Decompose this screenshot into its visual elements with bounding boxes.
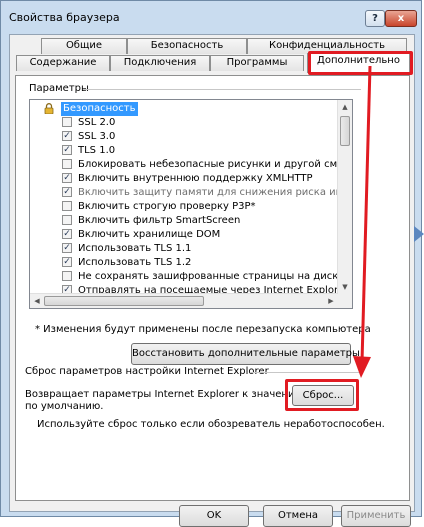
apply-button[interactable]: Применить	[341, 505, 411, 527]
reset-description-line2: по умолчанию.	[25, 401, 104, 412]
reset-group-line	[251, 372, 361, 373]
scroll-left-icon[interactable]: ◀	[30, 294, 44, 308]
restart-note: * Изменения будут применены после переза…	[35, 324, 371, 335]
tab-general[interactable]: Общие	[41, 38, 127, 54]
category-label: Безопасность	[61, 102, 138, 116]
lock-icon	[44, 103, 54, 114]
setting-label: Включить строгую проверку P3P*	[78, 201, 256, 212]
hscroll-thumb[interactable]	[44, 296, 204, 306]
tab-advanced-highlight	[308, 51, 413, 75]
ok-button[interactable]: OK	[179, 505, 249, 527]
setting-label: Включить хранилище DOM	[78, 229, 221, 240]
window-edge-arrow-icon	[414, 226, 424, 242]
checkbox-checked-icon[interactable]: ✓	[62, 257, 72, 267]
tab-programs[interactable]: Программы	[210, 55, 304, 71]
scroll-right-icon[interactable]: ▶	[324, 294, 338, 308]
reset-hint: Используйте сброс только если обозревате…	[37, 419, 385, 430]
scroll-up-icon[interactable]: ▲	[338, 100, 352, 114]
scroll-down-icon[interactable]: ▼	[338, 280, 352, 294]
tab-security[interactable]: Безопасность	[127, 38, 247, 54]
setting-label: SSL 2.0	[78, 117, 116, 128]
dialog-window: Свойства браузера ? x Общие Безопасность…	[0, 0, 422, 527]
tab-connections[interactable]: Подключения	[110, 55, 210, 71]
title-bar[interactable]: Свойства браузера ? x	[1, 1, 421, 33]
help-button[interactable]: ?	[365, 10, 385, 27]
checkbox-checked-icon[interactable]: ✓	[62, 173, 72, 183]
setting-label: SSL 3.0	[78, 131, 116, 142]
setting-label: Не сохранять зашифрованные страницы на д…	[78, 271, 339, 282]
scroll-thumb[interactable]	[340, 116, 350, 146]
settings-group-label: Параметры	[27, 83, 91, 94]
checkbox-checked-icon[interactable]: ✓	[62, 131, 72, 141]
close-button[interactable]: x	[385, 10, 417, 27]
setting-label: Включить внутреннюю поддержку XMLHTTP	[78, 173, 313, 184]
setting-label: Включить фильтр SmartScreen	[78, 215, 241, 226]
setting-label: Блокировать небезопасные рисунки и друго…	[78, 159, 353, 170]
tab-content[interactable]: Содержание	[16, 55, 110, 71]
reset-description-line1: Возвращает параметры Internet Explorer к…	[25, 389, 309, 400]
checkbox-unchecked-icon[interactable]	[62, 215, 72, 225]
checkbox-unchecked-icon[interactable]	[62, 159, 72, 169]
checkbox-unchecked-icon[interactable]	[62, 201, 72, 211]
checkbox-unchecked-icon[interactable]	[62, 117, 72, 127]
cancel-button[interactable]: Отмена	[263, 505, 333, 527]
reset-button-highlight	[285, 379, 359, 411]
window-title: Свойства браузера	[9, 11, 120, 24]
checkbox-checked-icon[interactable]: ✓	[62, 145, 72, 155]
checkbox-checked-icon[interactable]: ✓	[62, 243, 72, 253]
setting-label: TLS 1.0	[78, 145, 116, 156]
checkbox-checked-icon[interactable]: ✓	[62, 187, 72, 197]
setting-label: Включить защиту памяти для снижения риск…	[78, 187, 353, 198]
setting-label: Использовать TLS 1.1	[78, 243, 192, 254]
reset-group-label: Сброс параметров настройки Internet Expl…	[23, 366, 271, 377]
settings-group-line	[83, 89, 361, 90]
settings-list[interactable]: Безопасность SSL 2.0 ✓ SSL 3.0 ✓ TLS 1.0 Блок…	[29, 99, 353, 309]
settings-list-vscroll[interactable]: ▲ ▼	[337, 100, 352, 308]
settings-list-hscroll[interactable]: ◀ ▶	[30, 293, 338, 308]
checkbox-checked-icon[interactable]: ✓	[62, 229, 72, 239]
checkbox-unchecked-icon[interactable]	[62, 271, 72, 281]
setting-label: Использовать TLS 1.2	[78, 257, 192, 268]
restore-advanced-button[interactable]: Восстановить дополнительные параметры	[131, 343, 360, 365]
